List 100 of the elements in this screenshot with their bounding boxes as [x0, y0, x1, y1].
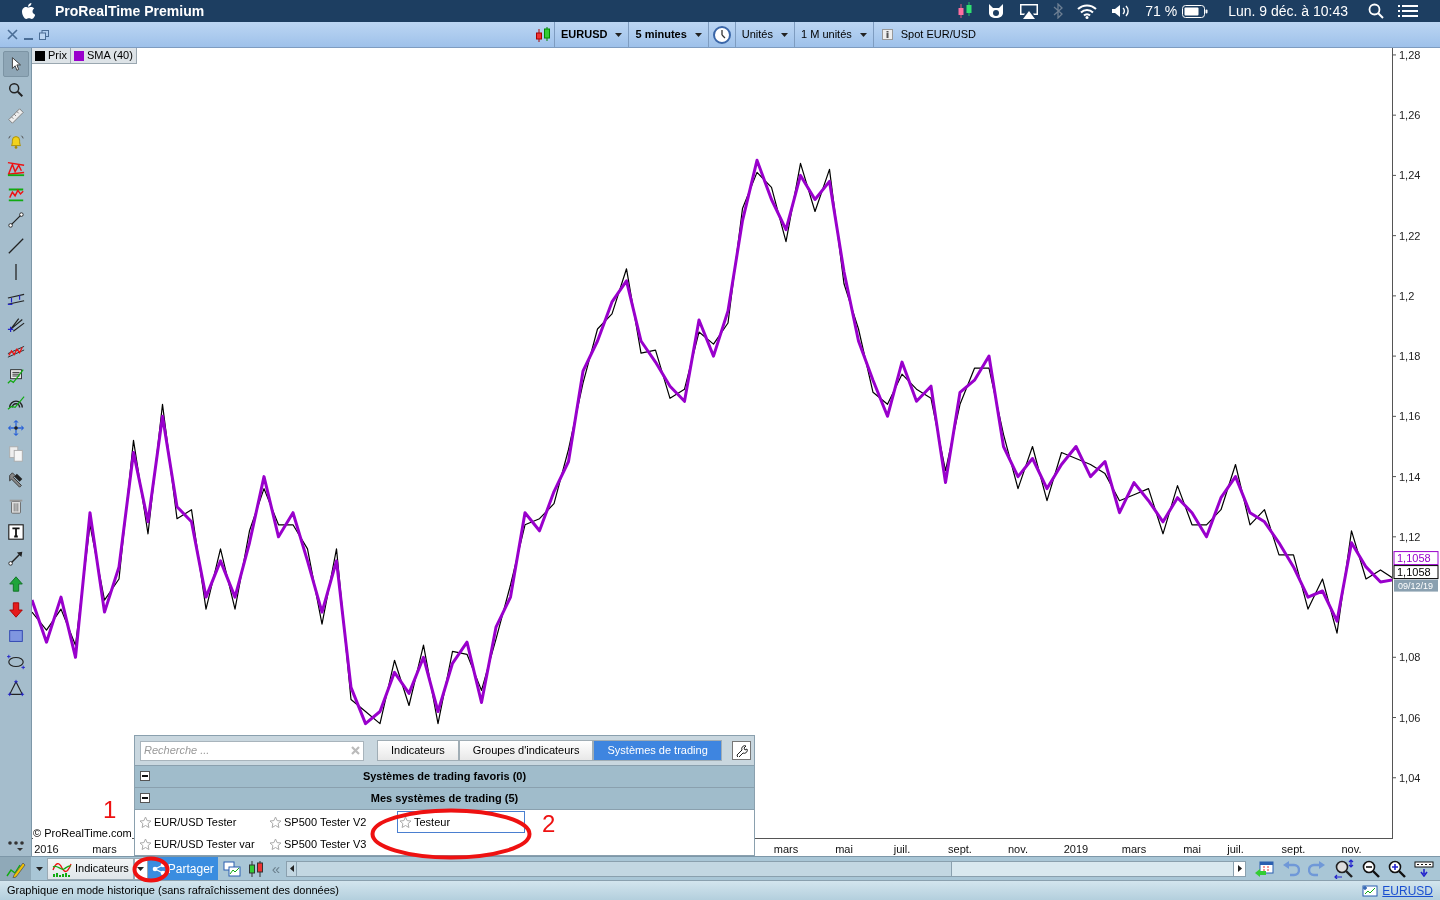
up-arrow-icon[interactable] — [6, 575, 25, 593]
star-icon[interactable] — [399, 815, 412, 829]
star-icon[interactable] — [269, 815, 282, 829]
pitchfork-icon[interactable] — [6, 315, 25, 333]
price-tag: 1,1058 — [1393, 551, 1439, 566]
horizontal-scrollbar[interactable] — [286, 860, 1246, 877]
volume-icon[interactable] — [1111, 4, 1132, 18]
settings-button[interactable] — [731, 741, 751, 760]
more-options-icon[interactable] — [6, 840, 25, 852]
airplay-icon[interactable] — [1019, 3, 1040, 19]
quantity-dropdown[interactable]: 1 M unités — [794, 22, 873, 47]
triangle-icon[interactable] — [6, 679, 25, 697]
panel-tab[interactable]: Systèmes de trading — [593, 740, 722, 761]
arc-icon[interactable] — [6, 393, 25, 411]
y-tick-label: 1,16 — [1399, 410, 1421, 423]
windows-chart-icon[interactable] — [222, 860, 241, 877]
section-header[interactable]: Systèmes de trading favoris (0) — [135, 765, 754, 787]
info-icon[interactable] — [881, 29, 893, 40]
zoom-fit-icon[interactable] — [1334, 858, 1354, 879]
ruler-icon[interactable] — [6, 107, 25, 125]
item-label: EUR/USD Tester var — [154, 836, 255, 852]
panel-tab[interactable]: Indicateurs — [377, 740, 459, 761]
x-axis-label: nov. — [1008, 843, 1028, 855]
star-icon[interactable] — [139, 815, 152, 829]
y-axis-label: 1,16 — [1391, 410, 1421, 423]
y-tick-label: 1,28 — [1399, 48, 1421, 61]
cat-face-icon[interactable] — [987, 3, 1006, 19]
section-header[interactable]: Mes systèmes de trading (5) — [135, 787, 754, 809]
restore-icon[interactable] — [39, 29, 49, 40]
ellipse-icon[interactable] — [6, 653, 25, 671]
search-icon[interactable] — [6, 81, 25, 99]
trading-system-item[interactable]: EUR/USD Tester var — [137, 833, 267, 855]
y-axis-label: 1,28 — [1391, 48, 1421, 61]
bluetooth-icon[interactable] — [1053, 3, 1064, 19]
zoom-in-icon[interactable] — [1388, 859, 1406, 878]
y-tick-label: 1,22 — [1399, 229, 1421, 242]
item-label: Testeur — [414, 814, 451, 830]
wifi-icon[interactable] — [1077, 3, 1098, 19]
search-icon[interactable] — [1368, 3, 1384, 19]
y-tick-label: 1,14 — [1399, 470, 1421, 483]
tools-icon[interactable] — [6, 471, 25, 489]
trading-system-item[interactable]: Testeur — [397, 811, 525, 833]
status-message: Graphique en mode historique (sans rafraîchissement des données) — [7, 883, 340, 899]
clock-icon[interactable] — [712, 25, 731, 44]
star-icon[interactable] — [269, 837, 282, 851]
caret-icon — [859, 32, 867, 37]
wrench-icon — [734, 744, 748, 757]
collapse-toggle[interactable] — [140, 771, 150, 781]
panel-dropdown-icon[interactable] — [1414, 860, 1434, 877]
trading-system-item[interactable]: SP500 Tester V3 — [267, 833, 397, 855]
close-icon[interactable] — [7, 29, 18, 40]
collapse-toggle[interactable] — [140, 793, 150, 803]
y-tick-label: 1,12 — [1399, 530, 1421, 543]
zoom-out-icon[interactable] — [1362, 859, 1380, 878]
y-axis-label: 1,2 — [1391, 289, 1415, 302]
indicators-button[interactable]: Indicateurs — [47, 857, 134, 880]
instrument-link[interactable]: EURUSD — [1382, 881, 1433, 900]
segment-icon[interactable] — [6, 211, 25, 229]
scroll-right-button[interactable] — [1233, 861, 1245, 876]
search-field[interactable]: Recherche ... — [140, 740, 364, 761]
panel-tab[interactable]: Groupes d'indicateurs — [458, 740, 594, 761]
x-axis-label: mars — [1121, 843, 1147, 855]
chart-window-icon[interactable] — [1362, 884, 1379, 897]
trading-system-item[interactable]: SP500 Tester V2 — [267, 811, 397, 833]
y-axis-label: 1,06 — [1391, 711, 1421, 724]
timeframe-dropdown[interactable]: 5 minutes — [628, 22, 708, 47]
down-arrow-icon[interactable] — [6, 601, 25, 619]
units-dropdown[interactable]: Unités — [734, 22, 794, 47]
candlestick-icon[interactable] — [535, 26, 551, 43]
scroll-thumb[interactable] — [951, 861, 1233, 876]
share-icon — [151, 861, 166, 876]
item-label: SP500 Tester V3 — [284, 836, 367, 852]
arrow-icon[interactable] — [6, 549, 25, 567]
move-icon[interactable] — [6, 419, 25, 437]
instrument-dropdown[interactable]: EURUSD — [554, 22, 629, 47]
menu-bar-clock[interactable]: Lun. 9 déc. à 10:43 — [1228, 0, 1348, 22]
y-axis-label: 1,14 — [1391, 470, 1421, 483]
fibonacci-icon[interactable] — [6, 367, 25, 385]
text-icon[interactable] — [6, 523, 25, 541]
battery-icon[interactable] — [1182, 4, 1209, 18]
scroll-left-button[interactable] — [287, 861, 298, 876]
line-icon[interactable] — [6, 237, 25, 255]
list-icon[interactable] — [1398, 4, 1418, 18]
calendar-arrow-icon[interactable] — [1254, 859, 1274, 878]
y-tick-label: 1,2 — [1399, 289, 1415, 302]
star-icon[interactable] — [139, 837, 152, 851]
x-axis-label: 2016 — [34, 843, 59, 855]
apple-icon — [21, 3, 35, 19]
x-axis-label: nov. — [1341, 843, 1362, 855]
candlestick-icon[interactable] — [957, 2, 974, 20]
candlestick-tool-icon[interactable] — [246, 859, 265, 878]
caret-icon — [615, 32, 623, 37]
x-axis-label: juil. — [893, 843, 911, 855]
y-tick-label: 1,04 — [1399, 771, 1421, 784]
rectangle-icon[interactable] — [6, 627, 25, 645]
x-axis-label: juil. — [1227, 843, 1244, 855]
trading-system-item[interactable]: EUR/USD Tester — [137, 811, 267, 833]
x-axis-label: mai — [1183, 843, 1201, 855]
x-axis-label: mars — [773, 843, 799, 855]
left-arrow-icon — [289, 865, 294, 872]
